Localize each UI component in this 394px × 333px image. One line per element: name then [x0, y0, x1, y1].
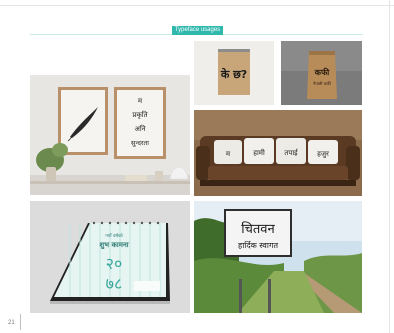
pillow-text-3: तपाई: [284, 148, 298, 157]
section-tag: Typeface usages: [172, 26, 223, 35]
poster-line-4: सुन्दरता: [131, 139, 149, 147]
pillow-text-2: हामी: [253, 148, 265, 157]
photo-road-sign: चितवन हार्दिक स्वागत: [194, 201, 362, 313]
coffee-bag-text: कफी: [314, 67, 330, 77]
calendar-year-top: २०: [106, 254, 123, 273]
page-number: 21: [8, 320, 15, 326]
poster-line-2: प्रकृति: [132, 110, 148, 119]
page-top-border: [0, 0, 394, 6]
road-sign-line-1: चितवन: [241, 221, 275, 237]
photo-notebook: के छ?: [194, 41, 274, 105]
coffee-bag-subtext: नेपाली कफी: [313, 81, 332, 86]
pillow-text-4: हजुर: [317, 150, 329, 158]
calendar-big-text: शुभ कामना: [99, 241, 129, 250]
photo-desk-calendar: नयाँ वर्षको शुभ कामना २० ७८: [30, 201, 190, 313]
photo-coffee-bag: कफी नेपाली कफी: [281, 41, 362, 105]
calendar-year-bottom: ७८: [106, 274, 123, 293]
poster-line-3: अनि: [134, 124, 145, 133]
footer-divider: [20, 314, 21, 330]
photo-framed-prints: म प्रकृति अनि सुन्दरता: [30, 75, 190, 195]
brochure-page: Typeface usages म प्रकृति अनि सुन्दरता क…: [0, 0, 394, 333]
notebook-text: के छ?: [220, 67, 247, 81]
road-sign-line-2: हार्दिक स्वागत: [238, 240, 278, 250]
photo-sofa-pillows: म हामी तपाई हजुर: [194, 110, 362, 196]
calendar-small-text: नयाँ वर्षको: [105, 232, 123, 239]
page-right-border: [389, 0, 394, 333]
